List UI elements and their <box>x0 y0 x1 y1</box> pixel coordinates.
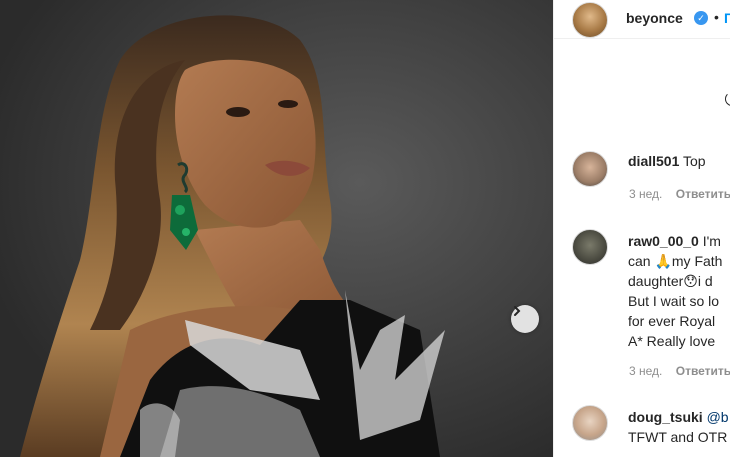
comment-line: A* Really love <box>628 333 716 349</box>
header-separator: • <box>714 9 719 25</box>
author-avatar[interactable] <box>572 2 608 38</box>
reply-button[interactable]: Ответить <box>676 364 730 378</box>
comment-line: I'm <box>702 233 721 249</box>
commenter-avatar[interactable] <box>572 405 608 441</box>
comment-text: diall501 Top <box>628 151 706 171</box>
post-photo[interactable] <box>0 0 553 457</box>
comment-meta: 3 нед. Ответить <box>629 364 730 378</box>
commenter-avatar[interactable] <box>572 229 608 265</box>
comment-line: can 🙏my Fath <box>628 253 723 269</box>
follow-button[interactable]: П <box>724 10 730 26</box>
verified-badge-icon: ✓ <box>694 11 708 25</box>
author-username[interactable]: beyonce <box>626 10 683 26</box>
comments-panel: beyonce ✓ • П diall501 Top 3 нед. Ответи… <box>553 0 730 457</box>
comment-line: for ever Royal <box>628 313 716 329</box>
comment-line: TFWT and OTR <box>628 429 728 445</box>
comment-line: But I wait so lo <box>628 293 720 309</box>
comment-line: daughter😯i d <box>628 273 713 289</box>
commenter-username[interactable]: raw0_00_0 <box>628 233 699 249</box>
chevron-right-icon <box>514 306 521 316</box>
loading-spinner-icon <box>725 92 730 106</box>
comment-time: 3 нед. <box>629 187 663 201</box>
comment-text: doug_tsuki @b TFWT and OTR <box>628 407 729 447</box>
commenter-username[interactable]: doug_tsuki <box>628 409 703 425</box>
comment-meta: 3 нед. Ответить <box>629 187 730 201</box>
comment-line: Top <box>683 153 706 169</box>
commenter-username[interactable]: diall501 <box>628 153 679 169</box>
commenter-avatar[interactable] <box>572 151 608 187</box>
post-image <box>0 0 553 457</box>
comment-text: raw0_00_0 I'm can 🙏my Fath daughter😯i d … <box>628 231 722 351</box>
next-photo-button[interactable] <box>511 305 539 333</box>
comment-mention[interactable]: @b <box>707 409 729 425</box>
comment-time: 3 нед. <box>629 364 663 378</box>
post-header: beyonce ✓ • П <box>554 0 730 39</box>
reply-button[interactable]: Ответить <box>676 187 730 201</box>
